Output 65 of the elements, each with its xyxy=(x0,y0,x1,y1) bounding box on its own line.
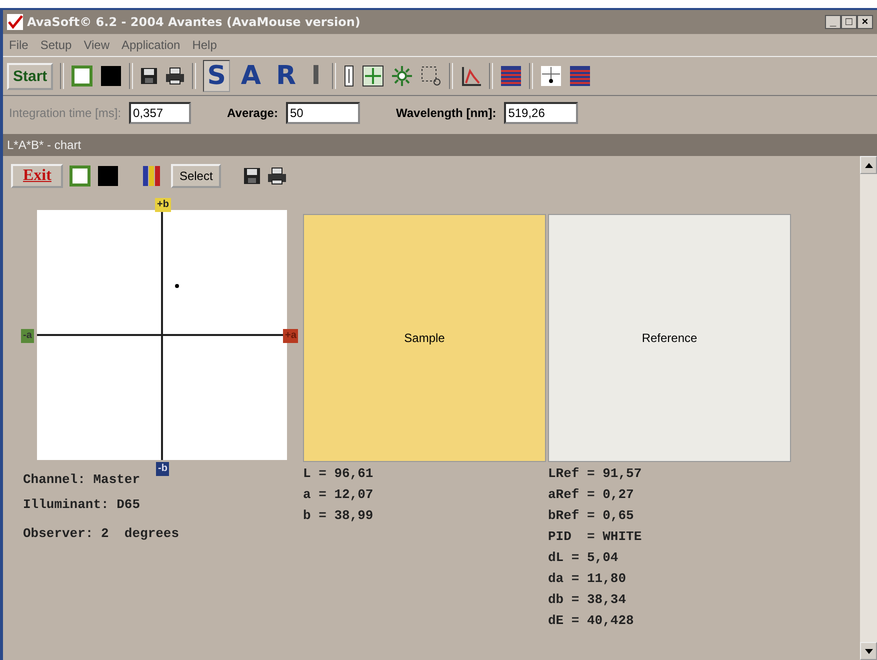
window-control-button[interactable]: × xyxy=(857,15,873,29)
sample-value: b = 38,99 xyxy=(303,508,374,523)
outlined-square-icon[interactable] xyxy=(69,165,92,187)
down-triangle-icon xyxy=(864,648,872,654)
input-field[interactable]: 50 xyxy=(286,102,360,124)
save-icon[interactable] xyxy=(140,67,158,85)
chart-window-title: L*A*B* - chart xyxy=(7,138,82,152)
menu-item[interactable]: Help xyxy=(192,38,217,52)
start-button[interactable]: Start xyxy=(7,62,54,90)
sample-value: a = 12,07 xyxy=(303,487,374,502)
info-text: Channel: Master xyxy=(23,472,142,487)
window-control-button[interactable]: _ xyxy=(825,15,841,29)
info-text: Illuminant: D65 xyxy=(23,497,142,512)
crosshair-icon[interactable] xyxy=(540,65,562,87)
gear-icon[interactable] xyxy=(390,65,413,87)
scrollbar[interactable] xyxy=(860,156,877,660)
reference-value: dL = 5,04 xyxy=(548,550,620,565)
axis-label: +a xyxy=(283,329,298,343)
input-field[interactable]: 519,26 xyxy=(504,102,578,124)
mode-button[interactable]: S xyxy=(203,60,230,92)
sample-point-icon xyxy=(175,284,179,288)
reference-value: db = 38,34 xyxy=(548,592,628,607)
scroll-down-button[interactable] xyxy=(860,642,877,660)
reference-value: aRef = 0,27 xyxy=(548,487,635,502)
reference-value: bRef = 0,65 xyxy=(548,508,635,523)
sample-value: L = 96,61 xyxy=(303,466,374,481)
vertical-scale-icon[interactable] xyxy=(342,65,355,87)
mode-button[interactable]: A xyxy=(236,60,266,92)
reference-value: da = 11,80 xyxy=(548,571,628,586)
print-icon[interactable] xyxy=(165,67,186,85)
save-icon[interactable] xyxy=(242,167,261,185)
menu-item[interactable]: Setup xyxy=(40,38,72,52)
striped-bars-icon[interactable] xyxy=(500,65,522,87)
axis-label: +b xyxy=(155,198,171,212)
selection-icon[interactable] xyxy=(420,65,442,87)
check-mark-icon xyxy=(7,14,23,30)
mode-button[interactable]: R xyxy=(272,60,300,92)
outlined-square-icon[interactable] xyxy=(71,65,94,87)
menu-item[interactable]: Application xyxy=(122,38,180,52)
graph-icon[interactable] xyxy=(460,65,482,87)
scroll-up-button[interactable] xyxy=(860,156,877,174)
reference-swatch: Reference xyxy=(548,214,791,462)
expand-icon[interactable] xyxy=(362,65,384,87)
axis-label: -b xyxy=(156,462,170,476)
select-button[interactable]: Select xyxy=(171,164,221,188)
filled-square-icon[interactable] xyxy=(97,165,120,187)
menu-item[interactable]: View xyxy=(84,38,110,52)
up-triangle-icon xyxy=(864,162,872,168)
reference-value: dE = 40,428 xyxy=(548,613,635,628)
sample-swatch: Sample xyxy=(303,214,546,462)
print-icon[interactable] xyxy=(266,167,287,185)
info-text: Observer: 2 degrees xyxy=(23,526,180,541)
field-label: Average: xyxy=(227,106,278,120)
field-label: Integration time [ms]: xyxy=(9,106,122,120)
field-label: Wavelength [nm]: xyxy=(396,106,496,120)
menu-item[interactable]: File xyxy=(9,38,28,52)
reference-value: PID = WHITE xyxy=(548,529,643,544)
reference-value: LRef = 91,57 xyxy=(548,466,643,481)
axis-label: -a xyxy=(21,329,34,343)
window-title: AvaSoft© 6.2 - 2004 Avantes (AvaMouse version) xyxy=(27,15,360,29)
mode-button[interactable]: I xyxy=(307,60,325,92)
striped-bars-icon[interactable] xyxy=(568,65,591,87)
filled-square-icon[interactable] xyxy=(100,65,122,87)
exit-button[interactable]: Exit xyxy=(11,164,64,188)
window-control-button[interactable]: □ xyxy=(841,15,857,29)
